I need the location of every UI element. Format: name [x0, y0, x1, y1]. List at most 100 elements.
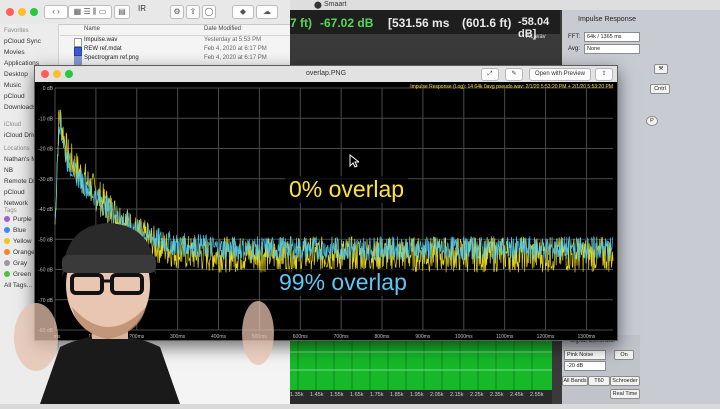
- sidebar-item-movies[interactable]: Movies: [4, 49, 25, 56]
- sidebar-item-pcloud[interactable]: pCloud: [4, 93, 25, 100]
- x-tick-label: 1100ms: [496, 334, 514, 340]
- file-date: Feb 4, 2020 at 6:17 PM: [204, 55, 267, 61]
- preview-titlebar: overlap.PNG ⤢ ✎ Open with Preview ⇪: [35, 66, 617, 83]
- file-name: REW ref.mdat: [84, 46, 122, 52]
- freq-tick: 1.75k: [370, 392, 384, 398]
- sidebar-item-nb[interactable]: NB: [4, 167, 13, 174]
- avg-label: Avg:: [568, 46, 580, 52]
- file-list-header: Name Date Modified: [60, 25, 290, 36]
- sidebar-item-pcloud-sync[interactable]: pCloud Sync: [4, 38, 41, 45]
- freq-tick: 1.45k: [310, 392, 324, 398]
- p-icon[interactable]: P: [646, 116, 658, 126]
- sidebar-item-downloads[interactable]: Downloads: [4, 104, 36, 111]
- column-name[interactable]: Name: [84, 26, 100, 32]
- view-mode-icon[interactable]: ▦ ☰ ⫼ ▭: [68, 5, 112, 19]
- smaart-title: Smaart: [324, 1, 347, 8]
- readout-feet: (601.6 ft): [462, 16, 512, 30]
- freq-tick: 2.55k: [530, 392, 544, 398]
- presenter-webcam: [0, 215, 300, 404]
- signal-type-select[interactable]: Pink Noise: [564, 350, 606, 360]
- column-date[interactable]: Date Modified: [204, 26, 241, 32]
- y-tick-label: -30 dB: [38, 177, 53, 183]
- readout-level: -67.02 dB: [320, 16, 374, 30]
- group-icon[interactable]: ▤: [114, 5, 130, 19]
- x-tick-label: 900ms: [415, 334, 431, 340]
- fft-select[interactable]: 64k / 1365 ms: [584, 32, 640, 42]
- freq-tick: 1.55k: [330, 392, 344, 398]
- cloud-icon[interactable]: ☁: [256, 5, 278, 19]
- presenter-figure: [14, 223, 274, 404]
- readout-distance: 7 ft): [290, 16, 312, 30]
- freq-tick: 2.45k: [510, 392, 524, 398]
- freq-tick: 2.35k: [490, 392, 504, 398]
- freq-tick: 2.25k: [470, 392, 484, 398]
- readout-time: [531.56 ms: [388, 16, 450, 30]
- smaart-icon: ⬤: [314, 2, 322, 9]
- tab-all-bands[interactable]: All Bands: [562, 376, 588, 386]
- control-button[interactable]: Cntrl: [650, 84, 670, 94]
- action-icon[interactable]: ⚙: [170, 5, 184, 19]
- favorites-header: Favorites: [4, 28, 29, 34]
- x-tick-label: 1000ms: [455, 334, 473, 340]
- tags-header: Tags: [4, 208, 17, 214]
- signal-level-select[interactable]: -20 dB: [564, 361, 606, 371]
- freq-tick: 2.05k: [430, 392, 444, 398]
- avg-select[interactable]: None: [584, 44, 640, 54]
- minimize-button[interactable]: [18, 8, 26, 16]
- real-time-button[interactable]: Real Time: [610, 389, 640, 399]
- share-icon[interactable]: ⇪: [186, 5, 200, 19]
- chart-legend: Impulse Response (Log): 14 64k 0avg pseu…: [410, 84, 613, 90]
- finder-toolbar: ‹ › ▦ ☰ ⫼ ▭ ▤ IR ⚙ ⇪ ◯ ◆ ☁: [0, 0, 290, 25]
- file-label: A1.wav: [526, 34, 546, 40]
- file-name: Spectrogram ref.png: [84, 55, 139, 61]
- x-tick-label: 800ms: [375, 334, 391, 340]
- back-forward-button[interactable]: ‹ ›: [44, 5, 68, 19]
- readout-bar: 7 ft) -67.02 dB [531.56 ms (601.6 ft) -5…: [290, 10, 560, 40]
- y-tick-label: 0 dB: [43, 86, 54, 92]
- spectrogram-bars: [290, 338, 552, 390]
- freq-tick: 1.65k: [350, 392, 364, 398]
- locations-header: Locations: [4, 146, 30, 152]
- sidebar-item-pcloud-location[interactable]: pCloud: [4, 189, 25, 196]
- sidebar-item-network[interactable]: Network: [4, 200, 28, 207]
- y-tick-label: -10 dB: [38, 116, 53, 122]
- sidebar-item-music[interactable]: Music: [4, 82, 21, 89]
- x-tick-label: 1300ms: [578, 334, 596, 340]
- icloud-header: iCloud: [4, 122, 22, 128]
- tools-icon[interactable]: ⚒: [654, 64, 668, 74]
- dropbox-icon[interactable]: ◆: [232, 5, 254, 19]
- markup-icon[interactable]: ✎: [505, 68, 523, 81]
- overlay-label-top: 0% overlap: [285, 176, 409, 203]
- zoom-button[interactable]: [30, 8, 38, 16]
- open-with-preview-button[interactable]: Open with Preview: [529, 68, 591, 81]
- spectrogram-axis: 1.35k 1.45k 1.55k 1.65k 1.75k 1.85k 1.95…: [290, 390, 552, 404]
- image-file-icon: [74, 56, 82, 65]
- smaart-titlebar: ⬤ Smaart: [290, 0, 720, 10]
- tab-schroeder[interactable]: Schroeder: [610, 376, 640, 386]
- signal-on-button[interactable]: On: [614, 350, 634, 360]
- file-date: Yesterday at 5:53 PM: [204, 37, 262, 43]
- freq-tick: 1.85k: [390, 392, 404, 398]
- finder-title: IR: [138, 4, 146, 13]
- close-button[interactable]: [6, 8, 14, 16]
- y-tick-label: -40 dB: [38, 207, 53, 213]
- freq-tick: 1.95k: [410, 392, 424, 398]
- y-tick-label: -20 dB: [38, 147, 53, 153]
- tag-icon[interactable]: ◯: [202, 5, 216, 19]
- file-row[interactable]: Spectrogram ref.png Feb 4, 2020 at 6:17 …: [60, 55, 290, 65]
- signal-generator-panel: Signal Generator Pink Noise On -20 dB Al…: [562, 335, 640, 404]
- x-tick-label: 700ms: [334, 334, 350, 340]
- sidebar-item-desktop[interactable]: Desktop: [4, 71, 28, 78]
- x-tick-label: 1200ms: [537, 334, 555, 340]
- file-row[interactable]: REW ref.mdat Feb 4, 2020 at 6:17 PM: [60, 46, 290, 56]
- file-row[interactable]: Impulse.wav Yesterday at 5:53 PM: [60, 37, 290, 47]
- file-name: Impulse.wav: [84, 37, 118, 43]
- fft-label: FFT:: [568, 34, 580, 40]
- freq-tick: 2.15k: [450, 392, 464, 398]
- tab-t60[interactable]: T60: [588, 376, 610, 386]
- spectrogram-band: [290, 338, 552, 390]
- file-date: Feb 4, 2020 at 6:17 PM: [204, 46, 267, 52]
- share-icon[interactable]: ⇪: [595, 68, 613, 81]
- expand-icon[interactable]: ⤢: [481, 68, 499, 81]
- impulse-panel-title: Impulse Response: [578, 16, 636, 23]
